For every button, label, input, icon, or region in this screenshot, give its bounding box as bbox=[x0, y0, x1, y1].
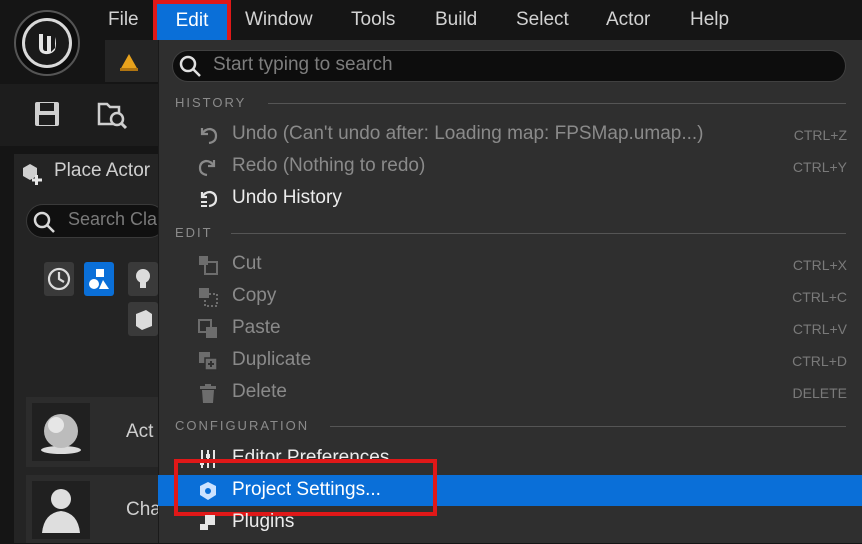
section-divider bbox=[330, 426, 846, 427]
search-icon bbox=[32, 210, 56, 234]
section-divider bbox=[268, 103, 846, 104]
clock-icon bbox=[47, 267, 71, 291]
browse-content-icon[interactable] bbox=[97, 100, 129, 130]
actor-list-item[interactable]: Cha bbox=[26, 475, 166, 543]
copy-menu-item[interactable]: Copy bbox=[232, 285, 276, 307]
recent-category-button[interactable] bbox=[44, 262, 74, 296]
save-icon[interactable] bbox=[33, 100, 61, 128]
menu-search-placeholder: Start typing to search bbox=[213, 54, 393, 75]
sphere-thumbnail bbox=[32, 403, 90, 461]
unreal-logo[interactable] bbox=[14, 10, 80, 76]
delete-menu-item[interactable]: Delete bbox=[232, 381, 287, 403]
cut-shortcut: CTRL+X bbox=[792, 257, 847, 273]
menu-file[interactable]: File bbox=[108, 0, 139, 40]
character-thumbnail bbox=[32, 481, 90, 539]
menu-help[interactable]: Help bbox=[690, 0, 729, 40]
lightbulb-icon bbox=[136, 269, 150, 288]
copy-shortcut: CTRL+C bbox=[792, 289, 847, 305]
search-icon bbox=[178, 54, 202, 78]
section-divider bbox=[231, 233, 846, 234]
paste-menu-item[interactable]: Paste bbox=[232, 317, 281, 339]
menu-actor[interactable]: Actor bbox=[606, 0, 650, 40]
section-history: HISTORY bbox=[175, 95, 247, 110]
redo-menu-item[interactable]: Redo (Nothing to redo) bbox=[232, 155, 425, 177]
cut-menu-item[interactable]: Cut bbox=[232, 253, 262, 275]
level-tab-icon bbox=[120, 54, 138, 71]
redo-icon bbox=[196, 155, 220, 179]
section-configuration: CONFIGURATION bbox=[175, 418, 310, 433]
geometry-category-button[interactable] bbox=[128, 302, 158, 336]
cut-icon bbox=[196, 253, 220, 277]
delete-shortcut: DELETE bbox=[792, 385, 847, 401]
undo-menu-item[interactable]: Undo (Can't undo after: Loading map: FPS… bbox=[232, 123, 704, 145]
plugins-menu-item[interactable]: Plugins bbox=[232, 511, 294, 533]
project-settings-annotation bbox=[174, 459, 437, 516]
redo-shortcut: CTRL+Y bbox=[792, 159, 847, 175]
duplicate-shortcut: CTRL+D bbox=[792, 353, 847, 369]
section-edit: EDIT bbox=[175, 225, 213, 240]
actor-label: Cha bbox=[126, 499, 161, 520]
actor-list-item[interactable]: Act bbox=[26, 397, 166, 467]
class-search-placeholder: Search Cla bbox=[68, 209, 158, 229]
paste-shortcut: CTRL+V bbox=[792, 321, 847, 337]
menu-select[interactable]: Select bbox=[516, 0, 569, 40]
duplicate-menu-item[interactable]: Duplicate bbox=[232, 349, 311, 371]
actor-label: Act bbox=[126, 421, 154, 442]
main-toolbar bbox=[0, 84, 160, 146]
undo-shortcut: CTRL+Z bbox=[793, 127, 847, 143]
copy-icon bbox=[196, 285, 220, 309]
lights-category-button[interactable] bbox=[128, 262, 158, 296]
paste-icon bbox=[196, 317, 220, 341]
level-tab[interactable] bbox=[105, 40, 160, 82]
shapes-icon bbox=[89, 269, 109, 289]
menu-tools[interactable]: Tools bbox=[351, 0, 395, 40]
cube-icon bbox=[136, 310, 152, 330]
duplicate-icon bbox=[196, 349, 220, 373]
place-actor-icon bbox=[20, 162, 46, 186]
trash-icon bbox=[196, 381, 220, 405]
place-actor-title: Place Actor bbox=[54, 160, 151, 181]
menu-window[interactable]: Window bbox=[245, 0, 313, 40]
basic-category-button[interactable] bbox=[84, 262, 114, 296]
undo-icon bbox=[196, 123, 220, 147]
undo-history-icon bbox=[196, 187, 220, 211]
undo-history-menu-item[interactable]: Undo History bbox=[232, 187, 342, 209]
unreal-logo-icon bbox=[22, 18, 72, 68]
plugin-icon bbox=[196, 511, 220, 535]
menu-build[interactable]: Build bbox=[435, 0, 477, 40]
